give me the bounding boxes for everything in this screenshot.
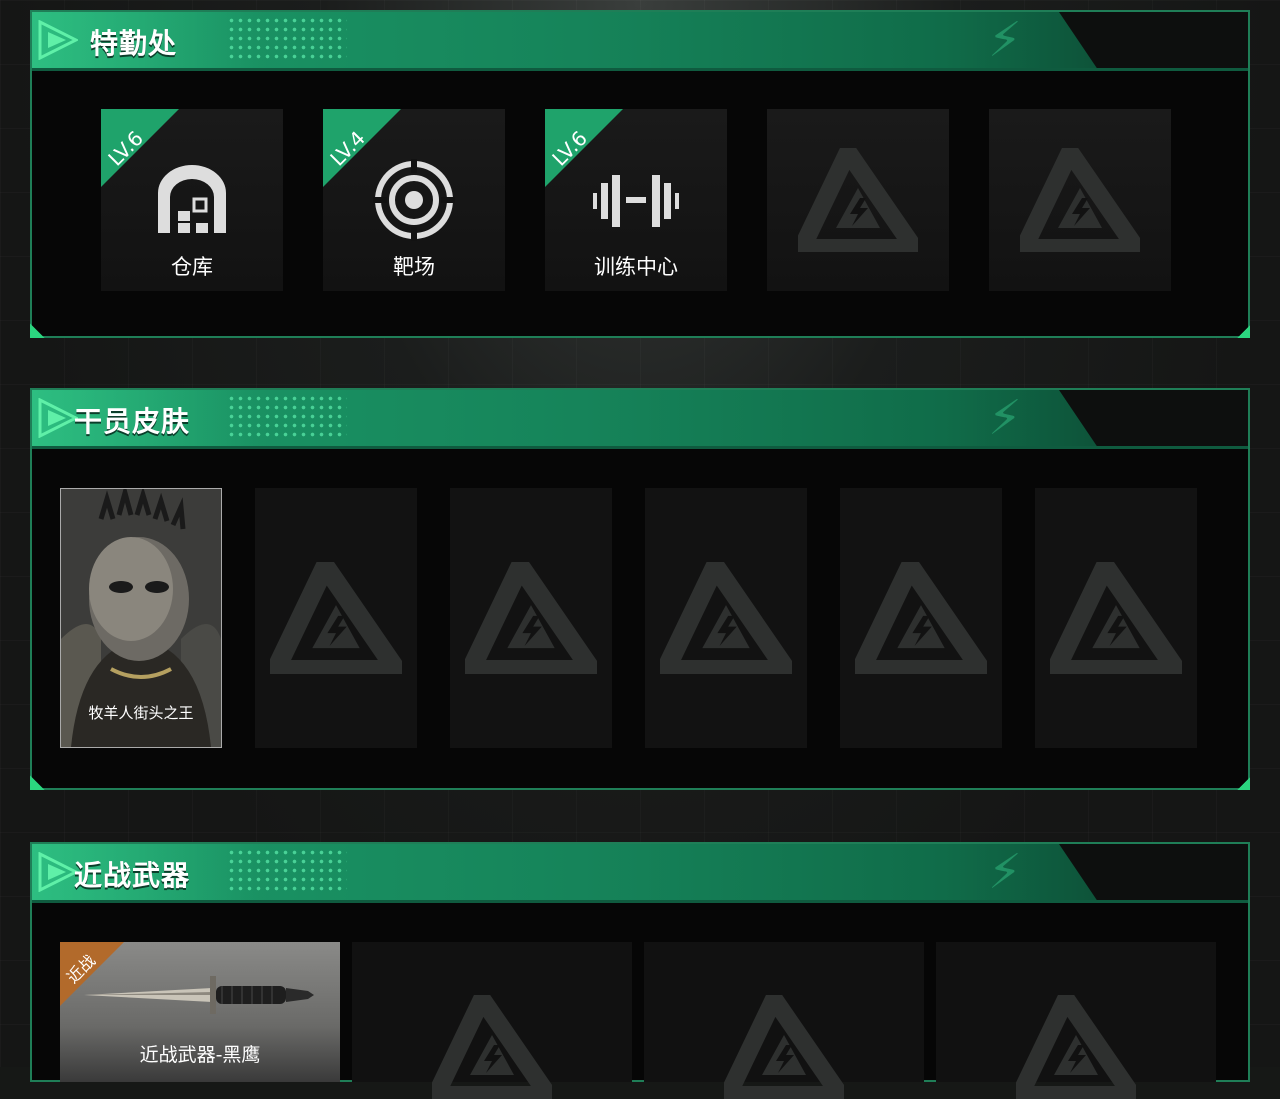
melee-empty-slot[interactable]	[352, 942, 632, 1099]
play-arrow-icon	[38, 398, 78, 438]
panel-header: ⚡ 特勤处	[32, 12, 1248, 71]
placeholder-logo-icon	[660, 562, 792, 674]
facility-empty-slot[interactable]	[989, 109, 1171, 291]
skin-empty-slot[interactable]	[840, 488, 1002, 748]
melee-empty-slot[interactable]	[936, 942, 1216, 1099]
section-title: 特勤处	[90, 27, 178, 60]
facility-name: 靶场	[393, 255, 435, 279]
placeholder-logo-icon	[1016, 995, 1136, 1099]
target-icon	[373, 159, 455, 241]
placeholder-logo-icon	[724, 995, 844, 1099]
dumbbell-icon	[593, 175, 679, 227]
knife-image	[84, 976, 314, 1014]
melee-weapon-card[interactable]: 近战 近战武器-黑鹰	[60, 942, 340, 1082]
placeholder-logo-icon	[270, 562, 402, 674]
skin-name: 牧羊人街头之王	[88, 704, 194, 722]
bolt-icon: ⚡	[988, 844, 1022, 900]
facility-warehouse[interactable]: LV.6 仓库	[101, 109, 283, 291]
panel-header: ⚡ 近战武器	[32, 844, 1248, 903]
warehouse-icon	[158, 165, 226, 233]
skin-empty-slot[interactable]	[1035, 488, 1197, 748]
placeholder-logo-icon	[855, 562, 987, 674]
section-title: 干员皮肤	[74, 405, 191, 438]
panel-operator-skins: ⚡ 干员皮肤 牧羊人街头之王	[30, 388, 1250, 790]
placeholder-logo-icon	[1050, 562, 1182, 674]
placeholder-logo-icon	[1020, 148, 1140, 252]
play-arrow-icon	[38, 852, 78, 892]
bolt-icon: ⚡	[988, 12, 1022, 68]
melee-empty-slot[interactable]	[644, 942, 924, 1099]
facility-name: 仓库	[171, 255, 213, 279]
panel-melee-weapons: ⚡ 近战武器 近战 近战武器-黑鹰	[30, 842, 1250, 1099]
melee-weapon-name: 近战武器-黑鹰	[139, 1044, 261, 1066]
section-title: 近战武器	[74, 859, 191, 892]
skin-empty-slot[interactable]	[645, 488, 807, 748]
placeholder-logo-icon	[432, 995, 552, 1099]
facility-range[interactable]: LV.4 靶场	[323, 109, 505, 291]
placeholder-logo-icon	[798, 148, 918, 252]
skin-empty-slot[interactable]	[450, 488, 612, 748]
play-arrow-icon	[38, 20, 78, 60]
facility-name: 训练中心	[594, 255, 678, 279]
skin-empty-slot[interactable]	[255, 488, 417, 748]
panel-tequchu: ⚡ 特勤处 LV.6 仓库 LV.4 靶场 LV.6 训练中心	[30, 10, 1250, 338]
panel-header: ⚡ 干员皮肤	[32, 390, 1248, 449]
facility-empty-slot[interactable]	[767, 109, 949, 291]
facility-training[interactable]: LV.6 训练中心	[545, 109, 727, 291]
placeholder-logo-icon	[465, 562, 597, 674]
bolt-icon: ⚡	[988, 390, 1022, 446]
skin-card[interactable]: 牧羊人街头之王	[60, 488, 222, 748]
